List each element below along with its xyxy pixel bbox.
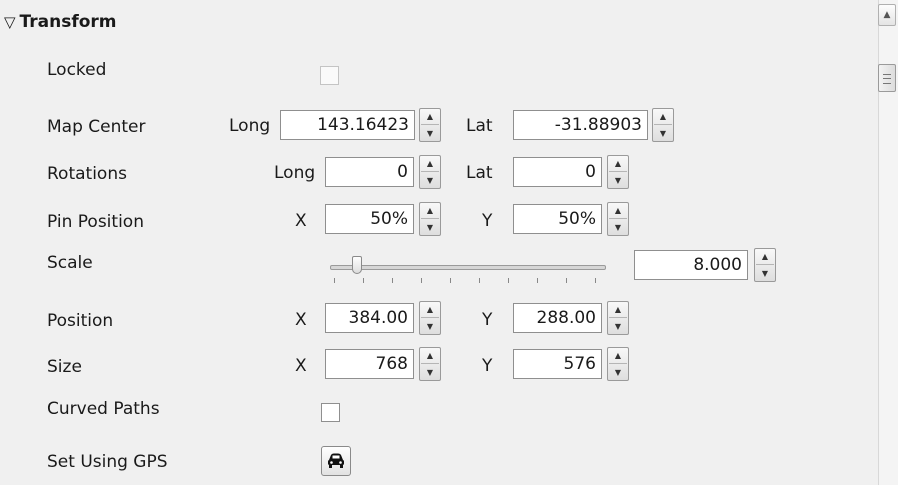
spin-up-icon[interactable]: ▲ (421, 348, 439, 364)
spin-up-icon[interactable]: ▲ (756, 249, 774, 265)
rotations-long-spinner[interactable]: ▲ ▼ (419, 155, 441, 189)
slider-tick (363, 278, 364, 283)
map-center-lat-label: Lat (466, 116, 493, 136)
spin-up-icon[interactable]: ▲ (609, 203, 627, 219)
scale-slider-thumb[interactable] (352, 256, 362, 274)
size-y-label: Y (482, 356, 493, 376)
size-x-field[interactable]: 768 (325, 349, 414, 379)
spin-down-icon[interactable]: ▼ (421, 365, 439, 380)
position-x-field[interactable]: 384.00 (325, 303, 414, 333)
slider-tick (479, 278, 480, 283)
scale-value-field[interactable]: 8.000 (634, 250, 748, 280)
spin-down-icon[interactable]: ▼ (609, 220, 627, 235)
map-center-long-spinner[interactable]: ▲ ▼ (419, 108, 441, 142)
spin-down-icon[interactable]: ▼ (421, 173, 439, 188)
scale-label: Scale (47, 253, 93, 273)
map-center-long-field[interactable]: 143.16423 (280, 110, 415, 140)
size-label: Size (47, 357, 82, 377)
scale-slider-track[interactable] (330, 265, 606, 270)
set-using-gps-button[interactable] (321, 446, 351, 476)
pin-position-y-field[interactable]: 50% (513, 204, 602, 234)
spin-up-icon[interactable]: ▲ (609, 348, 627, 364)
spin-down-icon[interactable]: ▼ (609, 365, 627, 380)
transform-panel: ▽ Transform Locked Map Center Long 143.1… (0, 0, 878, 485)
spin-up-icon[interactable]: ▲ (421, 109, 439, 125)
spin-up-icon[interactable]: ▲ (421, 156, 439, 172)
spin-down-icon[interactable]: ▼ (421, 220, 439, 235)
set-using-gps-label: Set Using GPS (47, 452, 168, 472)
spin-up-icon[interactable]: ▲ (609, 302, 627, 318)
position-x-label: X (295, 310, 307, 330)
rotations-lat-label: Lat (466, 163, 493, 183)
slider-tick (392, 278, 393, 283)
locked-label: Locked (47, 60, 107, 80)
size-y-field[interactable]: 576 (513, 349, 602, 379)
map-center-lat-spinner[interactable]: ▲ ▼ (652, 108, 674, 142)
position-y-field[interactable]: 288.00 (513, 303, 602, 333)
rotations-label: Rotations (47, 164, 127, 184)
spin-down-icon[interactable]: ▼ (654, 126, 672, 141)
pin-position-x-field[interactable]: 50% (325, 204, 414, 234)
size-x-spinner[interactable]: ▲ ▼ (419, 347, 441, 381)
spin-down-icon[interactable]: ▼ (421, 126, 439, 141)
pin-position-x-label: X (295, 211, 307, 231)
position-y-spinner[interactable]: ▲ ▼ (607, 301, 629, 335)
position-x-spinner[interactable]: ▲ ▼ (419, 301, 441, 335)
slider-tick (508, 278, 509, 283)
rotations-lat-spinner[interactable]: ▲ ▼ (607, 155, 629, 189)
curved-paths-label: Curved Paths (47, 399, 160, 419)
spin-down-icon[interactable]: ▼ (609, 319, 627, 334)
slider-tick (537, 278, 538, 283)
scroll-up-arrow-icon[interactable]: ▲ (878, 4, 896, 26)
scroll-thumb-grip-icon[interactable] (878, 64, 896, 92)
spin-down-icon[interactable]: ▼ (421, 319, 439, 334)
collapse-triangle-icon[interactable]: ▽ (4, 13, 16, 31)
map-center-label: Map Center (47, 117, 146, 137)
section-header-transform[interactable]: ▽ Transform (4, 12, 117, 32)
curved-paths-checkbox[interactable] (321, 403, 340, 422)
size-x-label: X (295, 356, 307, 376)
map-center-long-label: Long (229, 116, 271, 136)
spin-up-icon[interactable]: ▲ (654, 109, 672, 125)
slider-tick (421, 278, 422, 283)
pin-position-y-label: Y (482, 211, 493, 231)
rotations-long-field[interactable]: 0 (325, 157, 414, 187)
spin-down-icon[interactable]: ▼ (756, 266, 774, 281)
slider-tick (450, 278, 451, 283)
slider-tick (595, 278, 596, 283)
pin-position-y-spinner[interactable]: ▲ ▼ (607, 202, 629, 236)
spin-up-icon[interactable]: ▲ (421, 203, 439, 219)
slider-tick (334, 278, 335, 283)
section-title: Transform (19, 12, 117, 32)
pin-position-x-spinner[interactable]: ▲ ▼ (419, 202, 441, 236)
slider-tick (566, 278, 567, 283)
locked-checkbox[interactable] (320, 66, 339, 85)
gps-car-icon (328, 453, 344, 468)
position-y-label: Y (482, 310, 493, 330)
scale-spinner[interactable]: ▲ ▼ (754, 248, 776, 282)
spin-up-icon[interactable]: ▲ (609, 156, 627, 172)
spin-up-icon[interactable]: ▲ (421, 302, 439, 318)
pin-position-label: Pin Position (47, 212, 144, 232)
rotations-lat-field[interactable]: 0 (513, 157, 602, 187)
size-y-spinner[interactable]: ▲ ▼ (607, 347, 629, 381)
rotations-long-label: Long (274, 163, 316, 183)
position-label: Position (47, 311, 114, 331)
map-center-lat-field[interactable]: -31.88903 (513, 110, 648, 140)
spin-down-icon[interactable]: ▼ (609, 173, 627, 188)
vertical-scrollbar[interactable]: ▲ (878, 0, 898, 485)
